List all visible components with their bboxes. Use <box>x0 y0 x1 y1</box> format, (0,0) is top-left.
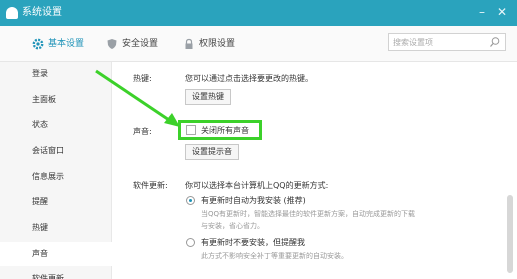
close-button[interactable]: ✕ <box>494 4 510 20</box>
sound-section-label: 声音: <box>133 127 152 136</box>
minimize-button[interactable]: – <box>474 4 490 20</box>
search-input[interactable] <box>393 36 483 48</box>
notify-only-radio[interactable] <box>186 238 195 247</box>
sidebar-item-software-update[interactable]: 软件更新 <box>0 267 112 279</box>
auto-install-radio[interactable] <box>186 196 195 205</box>
tab-label: 权限设置 <box>199 39 236 49</box>
title-bar: 系统设置 – ✕ <box>0 0 517 26</box>
auto-install-note: 当QQ有更新时，智能选择最佳的软件更新方案，自动完成更新的下载 <box>201 210 416 218</box>
settings-tab-bar: 基本设置 安全设置 权限设置 <box>0 26 517 62</box>
annotation-highlight-box <box>178 120 262 140</box>
hotkey-description: 您可以通过点击选择要更改的热键。 <box>185 74 313 83</box>
hotkey-section-label: 热键: <box>133 74 152 83</box>
shield-icon <box>107 39 117 49</box>
sidebar-item-status[interactable]: 状态 <box>0 113 112 137</box>
set-alert-sound-button[interactable]: 设置提示音 <box>185 144 239 160</box>
content-scrollbar[interactable] <box>507 195 513 273</box>
search-icon[interactable] <box>489 36 501 48</box>
sidebar-item-info-display[interactable]: 信息展示 <box>0 165 112 189</box>
update-description: 你可以选择本台计算机上QQ的更新方式: <box>185 181 329 190</box>
notify-only-label[interactable]: 有更新时不要安装，但提醒我 <box>201 237 305 248</box>
qq-logo-icon <box>6 7 18 19</box>
sidebar-item-hotkey[interactable]: 热键 <box>0 216 112 240</box>
set-hotkey-button[interactable]: 设置热键 <box>185 89 231 105</box>
update-section-label: 软件更新: <box>133 181 168 190</box>
auto-install-note-cont: 与安装，省心省力。 <box>201 222 264 230</box>
tab-permission-settings[interactable]: 权限设置 <box>183 36 253 52</box>
settings-sidebar: 登录 主面板 状态 会话窗口 信息展示 提醒 热键 声音 软件更新 <box>0 62 112 279</box>
window-title: 系统设置 <box>22 7 62 18</box>
tab-label: 基本设置 <box>48 39 85 49</box>
notify-only-note: 此方式不影响安全补丁等重要更新的自动安装。 <box>201 252 348 260</box>
sidebar-item-reminder[interactable]: 提醒 <box>0 190 112 214</box>
tab-label: 安全设置 <box>122 39 159 49</box>
settings-content: 热键: 您可以通过点击选择要更改的热键。 设置热键 声音: 关闭所有声音 设置提… <box>113 62 517 279</box>
lock-icon <box>185 38 193 49</box>
sidebar-item-chat-window[interactable]: 会话窗口 <box>0 139 112 163</box>
search-box <box>388 33 506 51</box>
tab-security-settings[interactable]: 安全设置 <box>106 36 176 52</box>
sidebar-item-sound[interactable]: 声音 <box>0 242 112 266</box>
auto-install-label[interactable]: 有更新时自动为我安装 (推荐) <box>201 195 306 206</box>
sidebar-item-main-panel[interactable]: 主面板 <box>0 88 112 112</box>
gear-icon <box>32 38 44 50</box>
sidebar-item-login[interactable]: 登录 <box>0 62 112 86</box>
